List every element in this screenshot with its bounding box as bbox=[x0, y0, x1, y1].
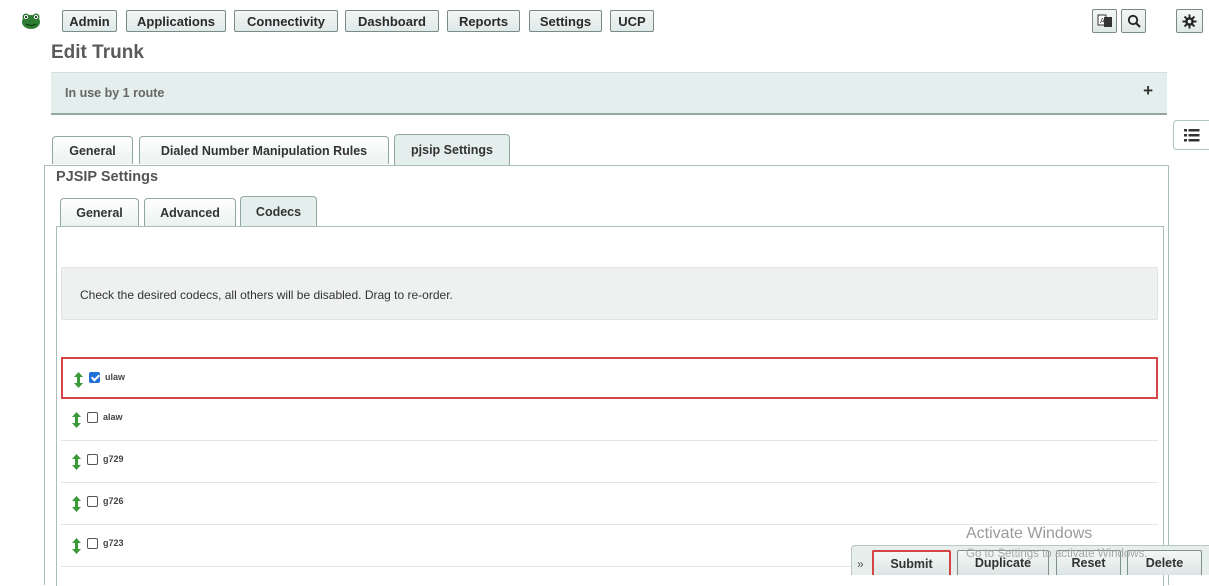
nav-admin[interactable]: Admin bbox=[62, 10, 117, 32]
drag-handle-icon[interactable] bbox=[72, 496, 81, 512]
nav-settings[interactable]: Settings bbox=[529, 10, 602, 32]
codec-label: g723 bbox=[103, 538, 124, 548]
tab-general[interactable]: General bbox=[52, 136, 133, 164]
search-icon bbox=[1127, 14, 1141, 28]
codec-label: ulaw bbox=[105, 372, 126, 382]
tab-pjsip-settings[interactable]: pjsip Settings bbox=[394, 134, 510, 165]
codec-checkbox[interactable] bbox=[87, 538, 98, 549]
collapse-arrows-icon[interactable]: » bbox=[857, 557, 864, 571]
nav-connectivity[interactable]: Connectivity bbox=[234, 10, 338, 32]
logo-icon[interactable] bbox=[21, 12, 41, 30]
language-button[interactable]: A bbox=[1092, 9, 1117, 33]
side-list-button[interactable] bbox=[1173, 120, 1209, 150]
codec-row-g729[interactable]: g729 bbox=[61, 441, 1158, 483]
language-icon: A bbox=[1097, 14, 1112, 27]
usage-panel[interactable]: In use by 1 route + bbox=[51, 72, 1167, 115]
submit-button[interactable]: Submit bbox=[872, 550, 951, 575]
pjsip-section-title: PJSIP Settings bbox=[56, 169, 159, 185]
nav-applications[interactable]: Applications bbox=[126, 10, 226, 32]
activation-watermark-subtitle: Go to Settings to activate Windows. bbox=[966, 548, 1148, 560]
drag-handle-icon[interactable] bbox=[74, 372, 83, 388]
expand-plus-icon[interactable]: + bbox=[1143, 81, 1153, 101]
codec-help-box: Check the desired codecs, all others wil… bbox=[61, 267, 1158, 320]
search-button[interactable] bbox=[1121, 9, 1146, 33]
top-navbar: Admin Applications Connectivity Dashboar… bbox=[0, 0, 1209, 40]
codec-label: alaw bbox=[103, 412, 123, 422]
codec-row-g726[interactable]: g726 bbox=[61, 483, 1158, 525]
codec-help-text: Check the desired codecs, all others wil… bbox=[80, 288, 453, 302]
drag-handle-icon[interactable] bbox=[72, 538, 81, 554]
usage-text: In use by 1 route bbox=[65, 86, 165, 100]
activation-watermark-title: Activate Windows bbox=[966, 525, 1093, 542]
subtab-codecs[interactable]: Codecs bbox=[240, 196, 317, 227]
codec-checkbox[interactable] bbox=[87, 412, 98, 423]
page-title: Edit Trunk bbox=[51, 42, 144, 63]
subtab-general[interactable]: General bbox=[60, 198, 139, 226]
codec-checkbox[interactable] bbox=[89, 372, 100, 383]
codec-row-alaw[interactable]: alaw bbox=[61, 399, 1158, 441]
codec-checkbox[interactable] bbox=[87, 496, 98, 507]
codec-label: g729 bbox=[103, 454, 124, 464]
drag-handle-icon[interactable] bbox=[72, 412, 81, 428]
svg-text:A: A bbox=[1100, 17, 1105, 25]
subtab-advanced[interactable]: Advanced bbox=[144, 198, 236, 226]
codec-label: g726 bbox=[103, 496, 124, 506]
settings-gear-button[interactable] bbox=[1176, 9, 1203, 33]
list-icon bbox=[1183, 128, 1199, 141]
drag-handle-icon[interactable] bbox=[72, 454, 81, 470]
codec-checkbox[interactable] bbox=[87, 454, 98, 465]
nav-reports[interactable]: Reports bbox=[447, 10, 520, 32]
nav-dashboard[interactable]: Dashboard bbox=[345, 10, 439, 32]
codec-row-ulaw[interactable]: ulaw bbox=[61, 357, 1158, 399]
gear-icon bbox=[1182, 13, 1197, 29]
tab-dialed-number-rules[interactable]: Dialed Number Manipulation Rules bbox=[139, 136, 389, 164]
nav-ucp[interactable]: UCP bbox=[610, 10, 654, 32]
